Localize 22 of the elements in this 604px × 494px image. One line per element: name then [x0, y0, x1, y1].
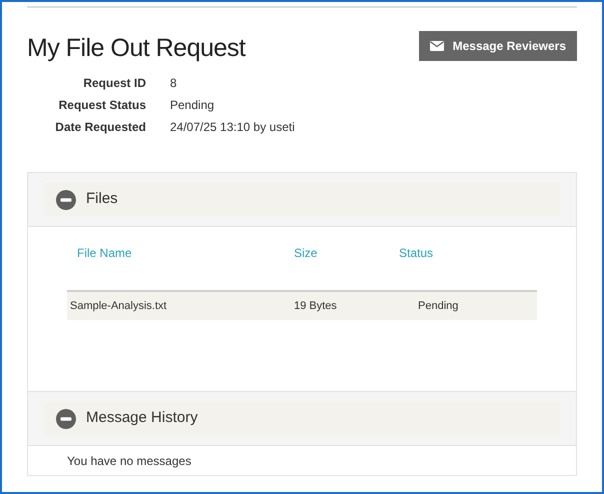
collapse-icon[interactable] [56, 408, 76, 428]
table-cell: Sample-Analysis.txt [70, 300, 167, 312]
collapse-icon[interactable] [56, 190, 76, 210]
table-cell: 19 Bytes [294, 300, 337, 312]
detail-value: 24/07/25 13:10 by useti [170, 119, 295, 135]
section-header[interactable]: Files [44, 183, 560, 216]
table-cell: Pending [418, 300, 458, 312]
section-header[interactable]: Message History [44, 402, 560, 435]
column-header[interactable]: File Name [77, 246, 132, 260]
detail-value: 8 [170, 75, 177, 91]
column-header[interactable]: Status [399, 246, 434, 260]
envelope-icon [430, 41, 444, 51]
section-title: Files [86, 189, 118, 210]
message-reviewers-button[interactable]: Message Reviewers [418, 31, 577, 61]
page-title: My File Out Request [27, 33, 246, 64]
detail-label: Date Requested [54, 119, 146, 135]
section-title: Message History [86, 408, 198, 428]
column-header[interactable]: Size [294, 246, 318, 260]
detail-value: Pending [170, 97, 214, 113]
empty-message: You have no messages [67, 452, 192, 470]
detail-label: Request Status [58, 97, 146, 113]
detail-label: Request ID [82, 75, 146, 91]
